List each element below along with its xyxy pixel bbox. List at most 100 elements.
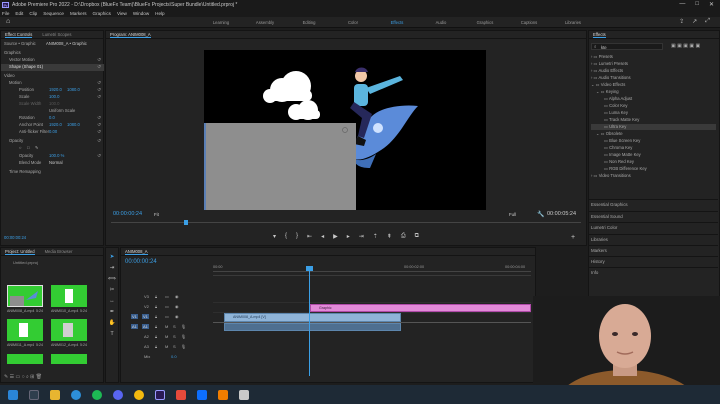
project-thumb-5[interactable]	[7, 354, 43, 364]
reset-icon[interactable]: ↺	[97, 138, 101, 144]
type-tool-icon[interactable]: T	[110, 331, 113, 337]
add-marker-icon[interactable]: ▾	[273, 233, 276, 240]
extract-icon[interactable]: ⇞	[387, 233, 392, 240]
workspace-assembly[interactable]: Assembly	[252, 20, 278, 25]
track-v2-header[interactable]: V2 🔒︎ ▭ ◉	[125, 304, 213, 313]
program-canvas[interactable]	[204, 50, 486, 210]
menu-view[interactable]: View	[117, 11, 127, 16]
compare-icon[interactable]: ⧉	[415, 233, 419, 240]
track-a1-header[interactable]: A1 A1 🔒︎ M S 🎙︎	[125, 324, 213, 333]
discord-icon[interactable]	[113, 389, 123, 400]
after-effects-icon[interactable]	[176, 389, 186, 400]
fx-image-matte-key[interactable]: ▭ Image Matte Key	[604, 152, 641, 158]
time-ruler[interactable]	[213, 271, 531, 272]
chrome-icon[interactable]	[134, 389, 144, 400]
panel-markers[interactable]: Markers	[588, 245, 718, 255]
work-area-bar[interactable]	[213, 275, 531, 276]
fx-audio-effects[interactable]: › ▭ Audio Effects	[591, 68, 623, 74]
mute-button[interactable]: M	[165, 334, 168, 339]
menu-markers[interactable]: Markers	[70, 11, 87, 16]
mark-out-icon[interactable]: }	[296, 233, 298, 240]
ec-opacity-header[interactable]: Opacity	[9, 138, 23, 143]
share-icon[interactable]: ⇪	[679, 18, 684, 25]
reset-icon[interactable]: ↺	[97, 129, 101, 135]
ec-motion[interactable]: Motion	[9, 80, 22, 85]
track-select-tool-icon[interactable]: ⇥	[110, 265, 115, 271]
ec-uniform-scale[interactable]: Uniform Scale	[49, 108, 75, 113]
panel-essential-sound[interactable]: Essential Sound	[588, 211, 718, 221]
mark-in-icon[interactable]: {	[285, 233, 287, 240]
mix-value[interactable]: 0.0	[171, 354, 177, 359]
project-thumb-3[interactable]	[7, 319, 43, 341]
ec-anchor-x[interactable]: 1920.0	[49, 122, 62, 127]
fx-track-matte-key[interactable]: ▭ Track Matte Key	[604, 117, 639, 123]
fx-obsolete[interactable]: ⌄ ▭ Obsolete	[596, 131, 623, 137]
project-thumb-6[interactable]	[51, 354, 87, 364]
source-patch-v1[interactable]: V1	[131, 314, 138, 319]
reset-icon[interactable]: ↺	[97, 80, 101, 86]
solo-button[interactable]: S	[173, 324, 176, 329]
workspace-effects[interactable]: Effects	[384, 20, 410, 25]
track-sync-icon[interactable]: ▭	[165, 294, 169, 299]
effects-search-input[interactable]: ⌕ kte	[591, 43, 663, 50]
quick-export-icon[interactable]: ↗	[692, 18, 697, 25]
fx-luma-key[interactable]: ▭ Luma Key	[604, 110, 628, 116]
minimize-button[interactable]: —	[679, 1, 685, 8]
track-v3-header[interactable]: V3 🔒︎ ▭ ◉	[125, 294, 213, 303]
track-lock-icon[interactable]: 🔒︎	[155, 314, 157, 319]
track-lock-icon[interactable]: 🔒︎	[155, 324, 157, 329]
close-button[interactable]: ✕	[709, 1, 714, 8]
source-patch-a1[interactable]: A1	[131, 324, 138, 329]
track-mix-header[interactable]: Mix 0.0	[125, 354, 213, 363]
track-a2-header[interactable]: A2 🔒︎ M S 🎙︎	[125, 334, 213, 343]
menu-clip[interactable]: Clip	[29, 11, 37, 16]
workspace-libraries[interactable]: Libraries	[560, 20, 586, 25]
ec-blend-select[interactable]: Normal	[49, 160, 63, 165]
solo-button[interactable]: S	[173, 334, 176, 339]
track-eye-icon[interactable]: ◉	[175, 304, 179, 309]
program-monitor-title[interactable]: Program: ANIM008_A	[110, 32, 151, 38]
menu-window[interactable]: Window	[133, 11, 149, 16]
fx-video-effects[interactable]: ⌄ ▭ Video Effects	[591, 82, 625, 88]
mute-button[interactable]: M	[165, 344, 168, 349]
paint-icon[interactable]	[239, 389, 249, 400]
audio-clip[interactable]	[224, 323, 401, 331]
mic-icon[interactable]: 🎙︎	[181, 324, 186, 329]
ec-shape[interactable]: Shape (Shape 01)	[9, 64, 43, 69]
track-lock-icon[interactable]: 🔒︎	[155, 334, 157, 339]
track-eye-icon[interactable]: ◉	[175, 314, 179, 319]
ec-timecode[interactable]: 00:00:00:24	[4, 235, 26, 240]
mute-button[interactable]: M	[165, 324, 168, 329]
effects-filter-icons[interactable]: ▣ ▣ ▣ ▣ ▣	[671, 43, 700, 49]
grey-shape-graphic[interactable]	[204, 123, 356, 210]
effects-title[interactable]: Effects	[593, 32, 606, 38]
fx-non-red-key[interactable]: ▭ Non Red Key	[604, 159, 634, 165]
program-scrub-bar[interactable]	[111, 222, 581, 223]
ec-time-remapping[interactable]: Time Remapping	[9, 169, 41, 174]
reset-icon[interactable]: ↺	[97, 57, 101, 63]
fullscreen-icon[interactable]: ⤢	[705, 18, 710, 25]
files-icon[interactable]	[50, 389, 60, 400]
panel-info[interactable]: Info	[588, 267, 718, 277]
ec-anchor-y[interactable]: 1080.0	[67, 122, 80, 127]
panel-history[interactable]: History	[588, 256, 718, 266]
home-icon[interactable]: ⌂	[6, 18, 13, 25]
graphic-clip[interactable]: Graphic	[310, 304, 531, 312]
playhead-handle[interactable]	[306, 266, 313, 271]
camera-icon[interactable]: ⎙	[401, 233, 406, 240]
workspace-learning[interactable]: Learning	[208, 20, 234, 25]
workspace-color[interactable]: Color	[340, 20, 366, 25]
reset-icon[interactable]: ↺	[97, 94, 101, 100]
reset-icon[interactable]: ↺	[97, 153, 101, 159]
timeline-timecode[interactable]: 00:00:00:24	[125, 259, 157, 265]
program-timecode[interactable]: 00:00:00:24	[113, 211, 142, 217]
menu-help[interactable]: Help	[155, 11, 164, 16]
lift-icon[interactable]: ⇡	[373, 233, 378, 240]
reset-icon[interactable]: ↺	[97, 122, 101, 128]
fx-blue-screen-key[interactable]: ▭ Blue Screen Key	[604, 138, 640, 144]
step-forward-icon[interactable]: ▸	[347, 233, 350, 240]
project-thumb-2[interactable]	[51, 285, 87, 307]
track-lock-icon[interactable]: 🔒︎	[155, 304, 157, 309]
fx-lumetri-presets[interactable]: › ▭ Lumetri Presets	[591, 61, 628, 67]
step-back-icon[interactable]: ◂	[321, 233, 324, 240]
